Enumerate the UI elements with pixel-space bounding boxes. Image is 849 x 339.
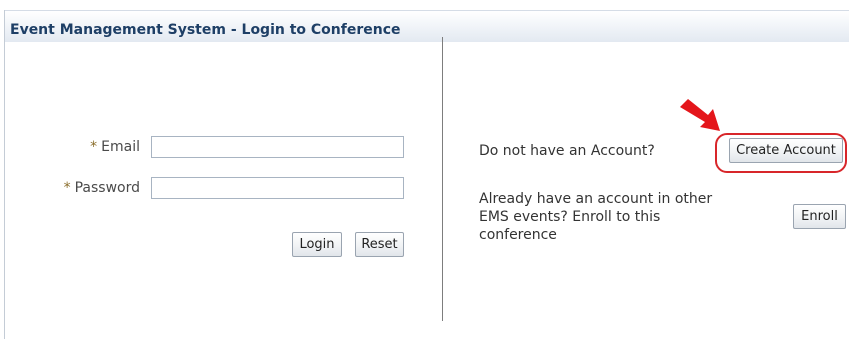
login-panel: Event Management System - Login to Confe…: [4, 10, 849, 339]
vertical-divider: [442, 37, 443, 321]
arrow-pointer-icon: [680, 99, 720, 131]
enroll-text: Already have an account in other EMS eve…: [479, 191, 713, 243]
email-label-text: Email: [101, 139, 140, 155]
password-label-text: Password: [74, 180, 140, 196]
no-account-text: Do not have an Account?: [479, 143, 655, 159]
reset-button[interactable]: Reset: [355, 232, 404, 257]
login-button[interactable]: Login: [292, 232, 342, 257]
enroll-button[interactable]: Enroll: [793, 204, 846, 229]
highlight-ring: [715, 133, 847, 173]
required-marker: *: [90, 139, 98, 155]
password-label: * Password: [55, 180, 140, 196]
email-label: * Email: [86, 139, 140, 155]
password-field[interactable]: [151, 177, 404, 199]
panel-header: Event Management System - Login to Confe…: [5, 10, 849, 42]
email-field[interactable]: [151, 136, 404, 158]
required-marker: *: [63, 180, 71, 196]
page-title: Event Management System - Login to Confe…: [10, 22, 401, 38]
